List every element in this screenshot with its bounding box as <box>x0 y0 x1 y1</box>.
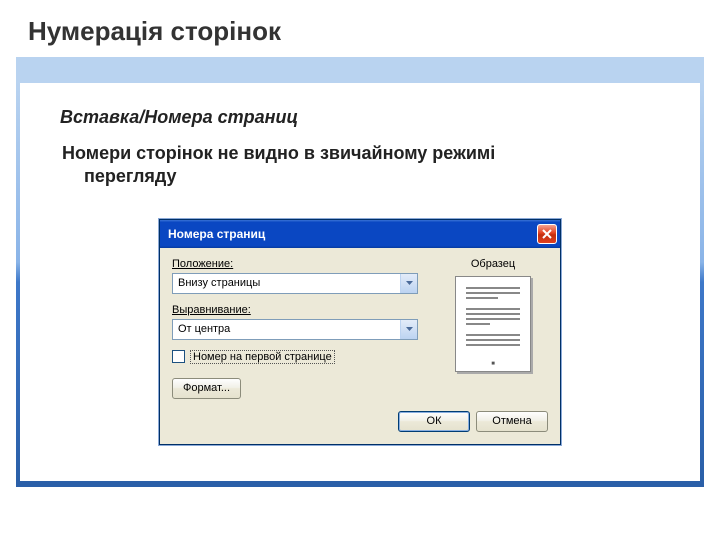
align-label-text: Выравнивание: <box>172 304 251 316</box>
note-text: Номери сторінок не видно в звичайному ре… <box>60 142 660 189</box>
note-line-2: перегляду <box>62 165 660 188</box>
first-page-row[interactable]: Номер на первой странице <box>172 350 418 364</box>
position-label-text: Положение: <box>172 258 233 270</box>
left-column: Положение: Внизу страницы Выравнивание: … <box>172 258 418 399</box>
dialog-titlebar[interactable]: Номера страниц <box>160 220 560 248</box>
preview-page-number: ■ <box>456 361 530 367</box>
content-frame: Вставка/Номера страниц Номери сторінок н… <box>16 57 704 487</box>
menu-path-text: Вставка/Номера страниц <box>60 107 660 128</box>
align-value: От центра <box>178 323 230 335</box>
dialog-footer: ОК Отмена <box>160 411 560 444</box>
ok-button[interactable]: ОК <box>398 411 470 432</box>
first-page-checkbox[interactable] <box>172 350 185 363</box>
align-label: Выравнивание: <box>172 304 418 316</box>
format-button[interactable]: Формат... <box>172 378 241 399</box>
position-value: Внизу страницы <box>178 277 260 289</box>
slide-title: Нумерація сторінок <box>0 0 720 57</box>
dialog-title: Номера страниц <box>168 227 265 241</box>
preview-label: Образец <box>438 258 548 270</box>
close-button[interactable] <box>537 224 557 244</box>
dialog-body: Положение: Внизу страницы Выравнивание: … <box>160 248 560 411</box>
preview-page: ■ <box>455 276 531 372</box>
chevron-down-icon <box>406 281 413 285</box>
align-combo-arrow[interactable] <box>400 320 417 339</box>
right-column: Образец ■ <box>438 258 548 399</box>
note-line-1: Номери сторінок не видно в звичайному ре… <box>62 143 495 163</box>
close-icon <box>542 229 552 239</box>
position-combo-arrow[interactable] <box>400 274 417 293</box>
chevron-down-icon <box>406 327 413 331</box>
cancel-button[interactable]: Отмена <box>476 411 548 432</box>
page-numbers-dialog: Номера страниц Положение: Внизу страницы <box>159 219 561 445</box>
position-label: Положение: <box>172 258 418 270</box>
position-combo[interactable]: Внизу страницы <box>172 273 418 294</box>
align-combo[interactable]: От центра <box>172 319 418 340</box>
first-page-label: Номер на первой странице <box>190 350 335 364</box>
